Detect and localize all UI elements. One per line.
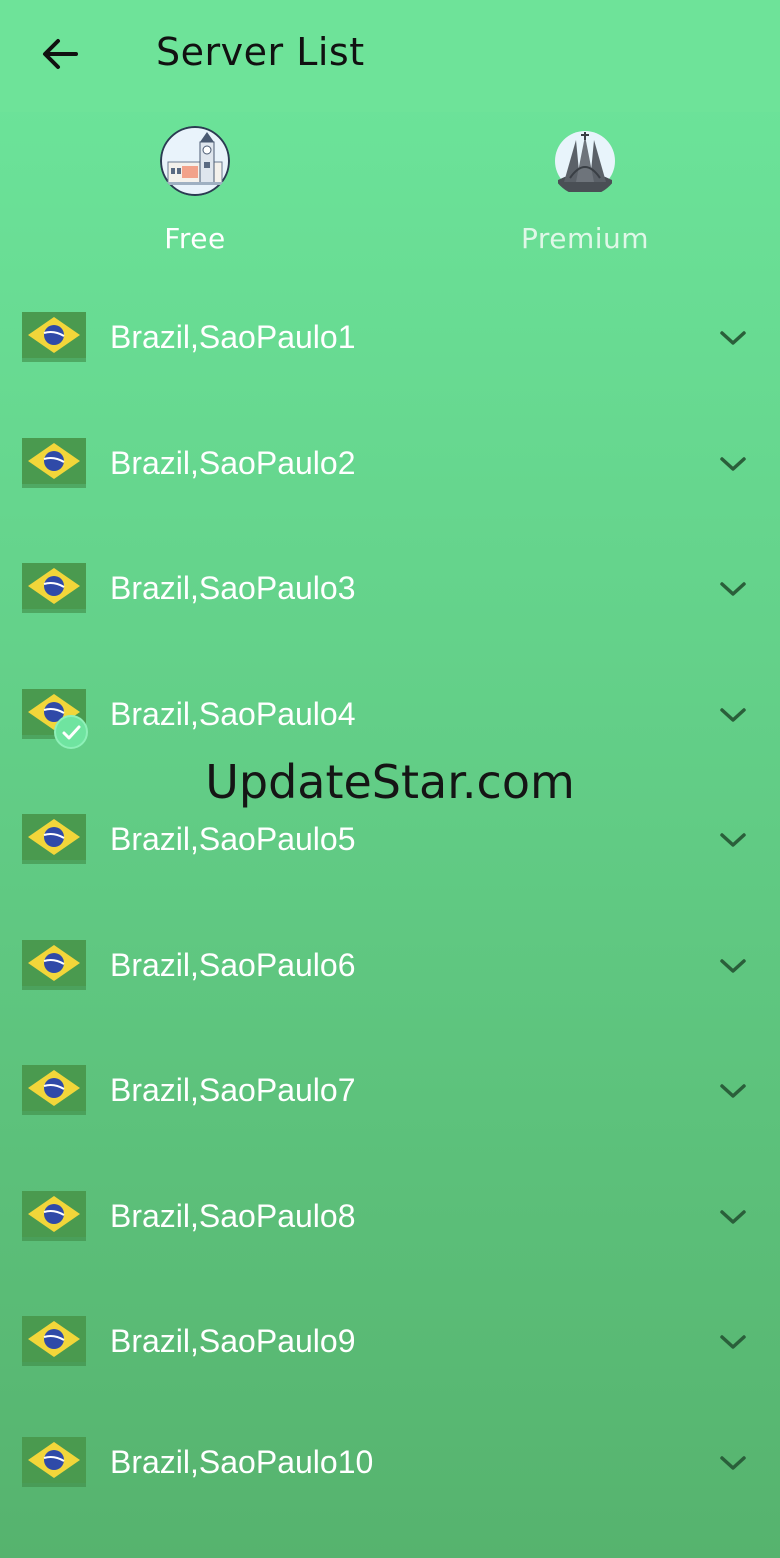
server-name: Brazil,SaoPaulo7: [110, 1072, 356, 1108]
server-row[interactable]: Brazil,SaoPaulo6: [0, 903, 780, 1029]
app-header: Server List: [0, 0, 780, 112]
tab-premium-label: Premium: [520, 222, 650, 255]
chevron-down-icon[interactable]: [716, 323, 750, 353]
brazil-flag-icon: [22, 1065, 86, 1115]
brazil-flag-icon: [22, 438, 86, 488]
chevron-down-icon[interactable]: [716, 1202, 750, 1232]
brazil-flag-icon: [22, 1191, 86, 1241]
chevron-down-icon[interactable]: [716, 1448, 750, 1478]
server-row[interactable]: Brazil,SaoPaulo10: [0, 1400, 780, 1526]
chevron-down-icon[interactable]: [716, 449, 750, 479]
connected-check-icon: [54, 715, 88, 749]
brazil-flag-icon: [22, 814, 86, 864]
server-name: Brazil,SaoPaulo1: [110, 319, 356, 355]
page-title: Server List: [156, 30, 365, 74]
watermark-text: UpdateStar.com: [205, 755, 575, 809]
brazil-flag-icon: [22, 563, 86, 613]
back-button[interactable]: [36, 32, 84, 76]
chevron-down-icon[interactable]: [716, 951, 750, 981]
chevron-down-icon[interactable]: [716, 574, 750, 604]
brazil-flag-icon: [22, 1316, 86, 1366]
arrow-left-icon: [43, 39, 78, 69]
server-name: Brazil,SaoPaulo4: [110, 696, 356, 732]
tab-free-label: Free: [164, 222, 226, 255]
server-name: Brazil,SaoPaulo8: [110, 1198, 356, 1234]
server-row[interactable]: Brazil,SaoPaulo7: [0, 1028, 780, 1154]
city-hall-icon: [160, 126, 230, 196]
chevron-down-icon[interactable]: [716, 1327, 750, 1357]
server-name: Brazil,SaoPaulo3: [110, 570, 356, 606]
chevron-down-icon[interactable]: [716, 825, 750, 855]
tab-premium[interactable]: Premium: [455, 120, 715, 270]
cathedral-icon: [550, 126, 620, 196]
brazil-flag-icon: [22, 940, 86, 990]
tab-free[interactable]: Free: [65, 120, 325, 270]
brazil-flag-icon: [22, 1437, 86, 1487]
server-row[interactable]: Brazil,SaoPaulo9: [0, 1279, 780, 1405]
server-name: Brazil,SaoPaulo2: [110, 445, 356, 481]
brazil-flag-icon: [22, 312, 86, 362]
server-row[interactable]: Brazil,SaoPaulo3: [0, 526, 780, 652]
server-row[interactable]: Brazil,SaoPaulo2: [0, 401, 780, 527]
chevron-down-icon[interactable]: [716, 700, 750, 730]
server-name: Brazil,SaoPaulo5: [110, 821, 356, 857]
server-row[interactable]: Brazil,SaoPaulo8: [0, 1154, 780, 1280]
server-name: Brazil,SaoPaulo6: [110, 947, 356, 983]
server-tier-tabs: Free Premium: [0, 120, 780, 270]
chevron-down-icon[interactable]: [716, 1076, 750, 1106]
server-name: Brazil,SaoPaulo9: [110, 1323, 356, 1359]
server-row[interactable]: Brazil,SaoPaulo1: [0, 275, 780, 401]
server-name: Brazil,SaoPaulo10: [110, 1444, 374, 1480]
